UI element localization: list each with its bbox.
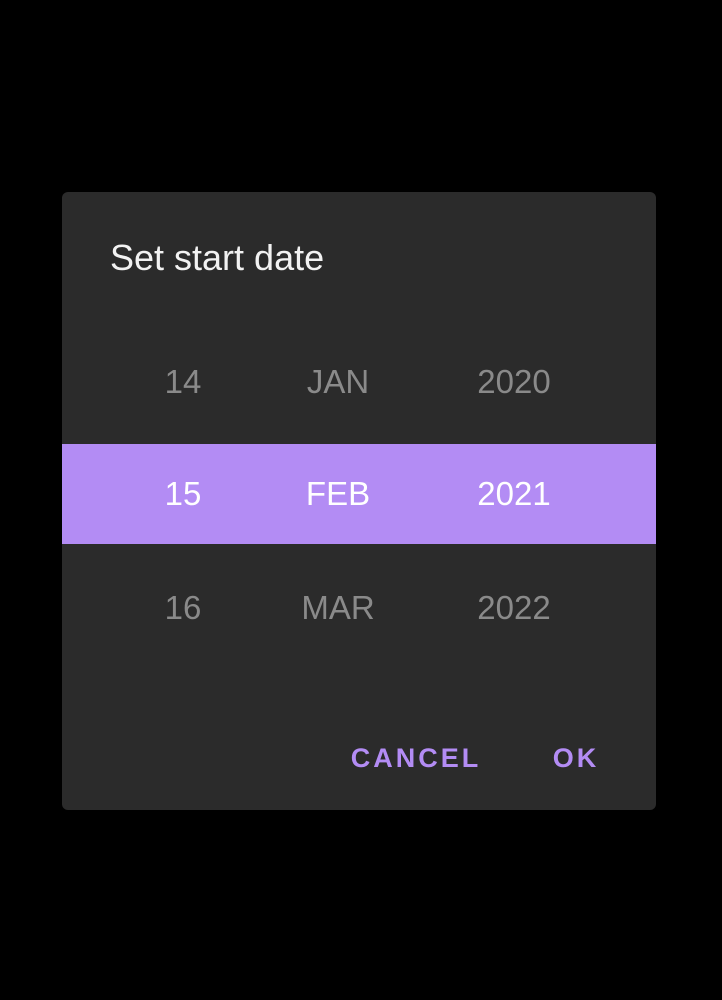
screen-backdrop: Set start date 14 JAN 2020 15 FEB 2021 1…: [0, 0, 722, 1000]
year-option-previous[interactable]: 2020: [454, 332, 574, 432]
picker-row-selected[interactable]: 15 FEB 2021: [62, 444, 656, 544]
month-option-next[interactable]: MAR: [278, 558, 398, 658]
day-option-selected[interactable]: 15: [133, 444, 233, 544]
picker-row-previous[interactable]: 14 JAN 2020: [62, 332, 656, 432]
ok-button[interactable]: OK: [546, 722, 606, 794]
month-option-previous[interactable]: JAN: [278, 332, 398, 432]
dialog-actions: CANCEL OK: [62, 722, 656, 794]
cancel-button[interactable]: CANCEL: [346, 722, 486, 794]
picker-row-next[interactable]: 16 MAR 2022: [62, 558, 656, 658]
date-picker-dialog: Set start date 14 JAN 2020 15 FEB 2021 1…: [62, 192, 656, 810]
day-option-next[interactable]: 16: [133, 558, 233, 658]
dialog-title: Set start date: [110, 237, 325, 278]
year-option-next[interactable]: 2022: [454, 558, 574, 658]
day-option-previous[interactable]: 14: [133, 332, 233, 432]
month-option-selected[interactable]: FEB: [278, 444, 398, 544]
year-option-selected[interactable]: 2021: [454, 444, 574, 544]
